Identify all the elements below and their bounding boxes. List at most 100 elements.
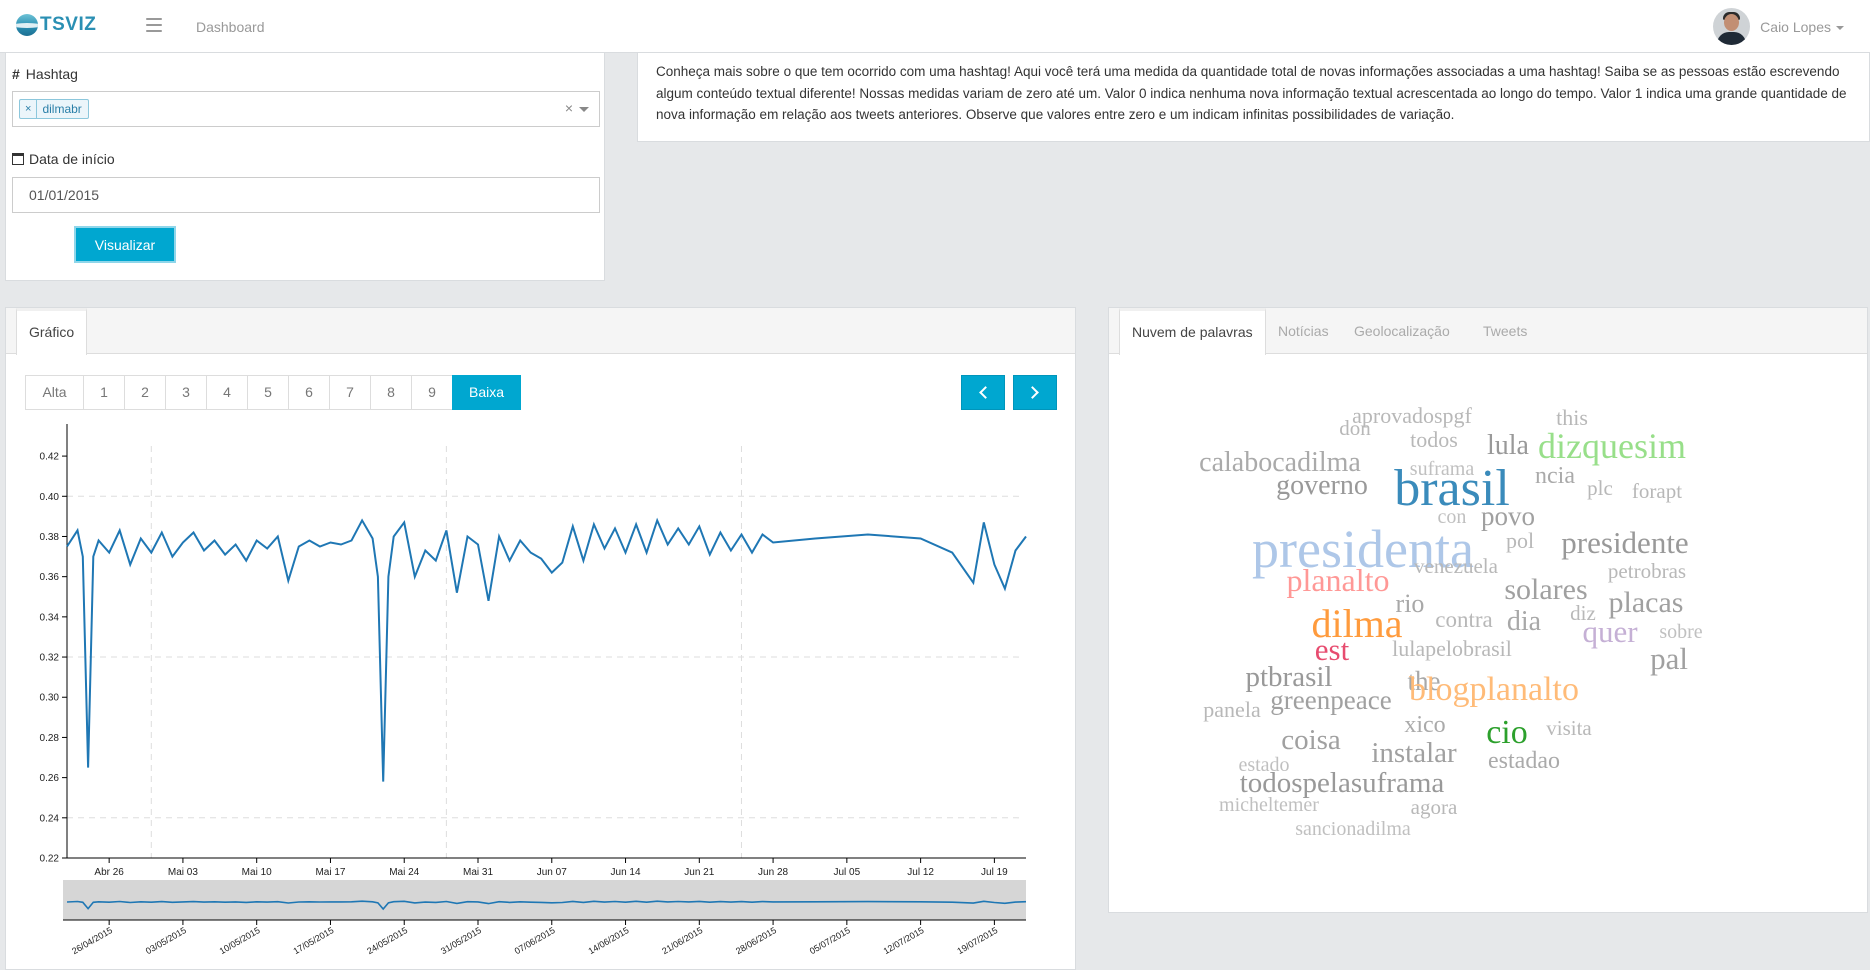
brush-tick-label: 10/05/2015 (218, 925, 262, 956)
y-tick-label: 0.36 (40, 572, 60, 583)
cloud-word: petrobras (1608, 559, 1686, 583)
user-name: Caio Lopes (1760, 18, 1831, 35)
y-tick-label: 0.22 (40, 854, 60, 865)
dropdown-arrow-icon[interactable] (579, 107, 589, 112)
cloud-word: venezuela (1414, 554, 1499, 578)
logo-text: TSVIZ (40, 14, 97, 35)
brush-tick-label: 12/07/2015 (882, 925, 926, 956)
y-tick-label: 0.38 (40, 532, 60, 543)
cloud-word: estadao (1488, 748, 1560, 774)
cloud-word: lula (1487, 430, 1530, 461)
brush-tick-label: 19/07/2015 (955, 925, 999, 956)
word-cloud: aprovadospgf thisdon todos lula dizquesimcal… (1199, 403, 1703, 840)
menu-toggle-icon[interactable] (146, 18, 162, 32)
brush-tick-label: 17/05/2015 (291, 925, 335, 956)
x-tick-label: Mai 24 (389, 867, 419, 878)
time-series-chart[interactable]: 0.22 0.24 0.26 0.28 0.30 0.32 0.34 0.36 0.38 0.40… (6, 308, 1077, 970)
word-cloud-panel: Nuvem de palavras Notícias Geolocalizaçã… (1108, 307, 1868, 913)
brush-tick-label: 03/05/2015 (144, 925, 188, 956)
remove-tag-icon[interactable]: × (20, 100, 38, 118)
y-tick-label: 0.40 (40, 492, 60, 503)
cloud-word: dia (1507, 606, 1542, 637)
y-tick-label: 0.32 (40, 653, 60, 664)
y-tick-label: 0.28 (40, 733, 60, 744)
cloud-word: todos (1410, 427, 1458, 452)
y-tick-label: 0.26 (40, 773, 60, 784)
cloud-word: instalar (1371, 737, 1457, 769)
y-tick-label: 0.42 (40, 452, 60, 463)
cloud-word: micheltemer (1219, 794, 1319, 816)
x-tick-label: Mai 03 (168, 867, 198, 878)
x-tick-label: Jun 14 (611, 867, 641, 878)
cloud-word: coisa (1281, 724, 1341, 756)
brush-tick-label: 07/06/2015 (513, 925, 557, 956)
cloud-word: quer (1582, 614, 1638, 649)
app-logo[interactable]: TSVIZ (16, 14, 96, 36)
info-description: Conheça mais sobre o que tem ocorrido co… (637, 53, 1870, 142)
brush-tick-label: 24/05/2015 (365, 925, 409, 956)
x-tick-label: Jun 21 (684, 867, 714, 878)
x-tick-label: Jul 19 (981, 867, 1008, 878)
selected-tag: × dilmabr (19, 99, 89, 119)
series-line (66, 517, 1027, 782)
cloud-word: lulapelobrasil (1392, 636, 1512, 661)
x-tick-label: Jun 28 (758, 867, 788, 878)
cloud-word: pal (1650, 641, 1688, 676)
x-tick-label: Abr 26 (94, 867, 124, 878)
cloud-word: sancionadilma (1295, 818, 1411, 840)
avatar (1713, 8, 1751, 45)
top-navbar: TSVIZ Dashboard Caio Lopes (0, 0, 1870, 53)
brush-tick-label: 28/06/2015 (734, 925, 778, 956)
x-tick-label: Mai 17 (315, 867, 345, 878)
chart-panel: Gráfico Alta 1 2 3 4 5 6 7 8 9 Baixa 0.22 0.24 0.26 0… (5, 307, 1076, 970)
hashtag-select[interactable]: × dilmabr × (12, 91, 600, 127)
x-tick-label: Mai 10 (242, 867, 272, 878)
calendar-icon (12, 153, 24, 165)
cloud-word: presidente (1561, 525, 1688, 560)
cloud-word: don (1339, 416, 1371, 440)
cloud-word: povo (1481, 501, 1535, 531)
cloud-word: panela (1203, 697, 1261, 722)
cloud-word: visita (1546, 716, 1592, 740)
brush-tick-label: 14/06/2015 (587, 925, 631, 956)
brush-tick-label: 26/04/2015 (70, 925, 114, 956)
caret-down-icon (1836, 25, 1844, 30)
brush-tick-label: 21/06/2015 (660, 925, 704, 956)
x-tick-label: Jul 05 (834, 867, 861, 878)
cloud-word: greenpeace (1270, 685, 1391, 715)
hashtag-label: # Hashtag (12, 66, 78, 82)
x-tick-label: Jun 07 (537, 867, 567, 878)
cloud-word: planalto (1286, 562, 1389, 598)
date-label-text: Data de início (29, 151, 115, 167)
cloud-word: ncia (1535, 463, 1575, 489)
x-tick-label: Jul 12 (907, 867, 934, 878)
date-label: Data de início (12, 151, 115, 167)
x-tick-label: Mai 31 (463, 867, 493, 878)
y-tick-label: 0.34 (40, 612, 60, 623)
hashtag-label-text: Hashtag (25, 66, 78, 82)
filter-panel: # Hashtag × dilmabr × Data de início Vis… (5, 53, 605, 281)
brush-background (63, 880, 1026, 920)
cloud-word: governo (1276, 470, 1368, 501)
cloud-word: plc (1587, 476, 1613, 500)
logo-mark-icon (16, 14, 38, 36)
cloud-word: contra (1435, 607, 1492, 632)
cloud-word: pol (1506, 528, 1534, 553)
hashtag-icon: # (12, 66, 20, 82)
cloud-word: blogplanalto (1409, 671, 1579, 708)
nav-dashboard-link[interactable]: Dashboard (196, 19, 265, 35)
selected-tag-label: dilmabr (42, 102, 82, 116)
user-menu[interactable]: Caio Lopes (1713, 8, 1844, 45)
y-tick-label: 0.30 (40, 693, 60, 704)
cloud-word: cio (1486, 714, 1528, 751)
cloud-word: forapt (1632, 479, 1682, 503)
cloud-word: dizquesim (1538, 426, 1686, 466)
y-tick-label: 0.24 (40, 813, 60, 824)
cloud-word: agora (1411, 795, 1458, 819)
clear-selection-icon[interactable]: × (565, 100, 573, 116)
cloud-word: xico (1404, 712, 1445, 738)
brush-tick-label: 05/07/2015 (808, 925, 852, 956)
visualize-button[interactable]: Visualizar (74, 226, 176, 263)
cloud-word: sobre (1659, 621, 1702, 643)
start-date-input[interactable] (12, 177, 600, 213)
